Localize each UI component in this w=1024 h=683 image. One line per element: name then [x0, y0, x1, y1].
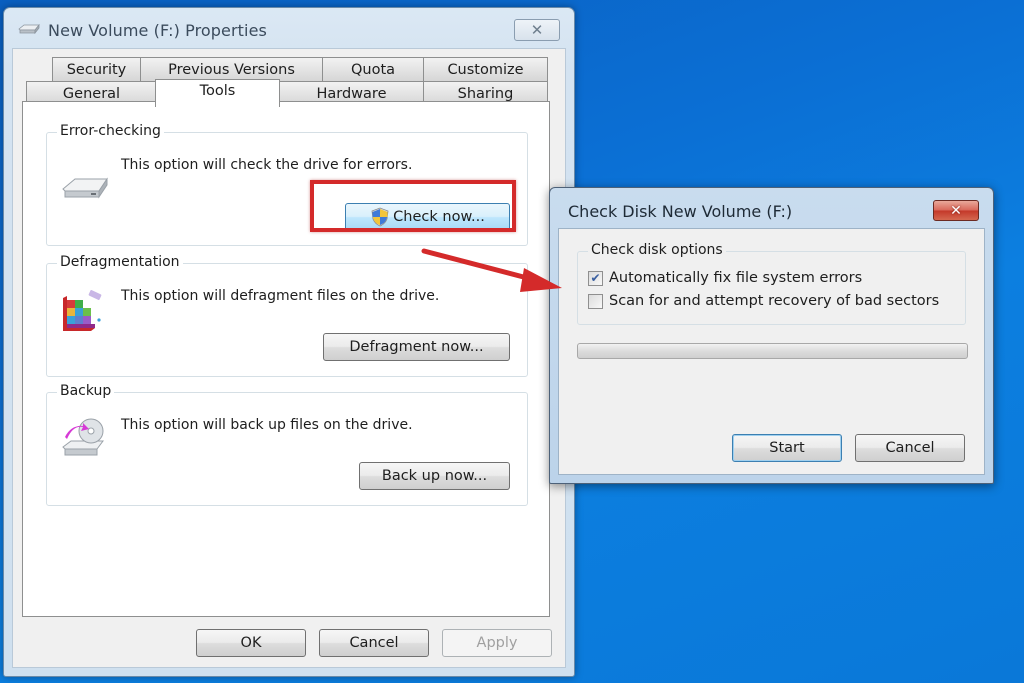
dialog-cancel-button[interactable]: Cancel	[855, 434, 965, 462]
tab-label: General	[62, 85, 121, 102]
tab-label: Sharing	[457, 85, 514, 102]
defragmentation-group: Defragmentation This option will defragm…	[46, 254, 528, 377]
defragment-icon	[63, 290, 102, 331]
option-scan-bad-sectors[interactable]: Scan for and attempt recovery of bad sec…	[588, 293, 939, 309]
backup-icon	[62, 418, 104, 456]
check-disk-options-group: Check disk options ✔ Automatically fix f…	[577, 242, 966, 325]
backup-group: Backup This option will back up files on…	[46, 383, 528, 506]
checkmark-icon: ✔	[590, 271, 601, 285]
tab-label: Previous Versions	[168, 61, 295, 78]
start-button[interactable]: Start	[732, 434, 842, 462]
defragment-now-label: Defragment now...	[349, 339, 484, 355]
apply-label: Apply	[476, 635, 518, 651]
tab-label: Quota	[350, 61, 396, 78]
tab-label: Hardware	[316, 85, 387, 102]
cancel-label: Cancel	[349, 635, 399, 651]
tools-tab-panel: Error-checking This option will check th…	[22, 101, 550, 617]
tab-label: Tools	[199, 83, 236, 99]
start-label: Start	[769, 440, 805, 456]
auto-fix-label: Automatically fix file system errors	[609, 270, 863, 286]
back-up-now-button[interactable]: Back up now...	[359, 462, 510, 490]
annotation-highlight-box	[310, 180, 516, 232]
group-legend: Error-checking	[57, 123, 164, 139]
close-icon: ✕	[530, 21, 544, 39]
backup-description: This option will back up files on the dr…	[121, 417, 413, 433]
group-legend: Backup	[57, 383, 115, 399]
tab-previous-versions[interactable]: Previous Versions	[140, 57, 323, 81]
tab-customize[interactable]: Customize	[423, 57, 548, 81]
group-legend: Check disk options	[588, 242, 726, 258]
auto-fix-checkbox[interactable]: ✔	[588, 270, 603, 286]
dialog-client-area: Check disk options ✔ Automatically fix f…	[558, 228, 985, 475]
tab-security[interactable]: Security	[52, 57, 141, 81]
check-disk-progress-bar	[577, 343, 968, 359]
apply-button[interactable]: Apply	[442, 629, 552, 657]
error-checking-description: This option will check the drive for err…	[121, 157, 413, 173]
defragment-now-button[interactable]: Defragment now...	[323, 333, 510, 361]
scan-bad-sectors-checkbox[interactable]	[588, 293, 603, 309]
close-icon: ✕	[950, 202, 962, 219]
title-bar[interactable]: New Volume (F:) Properties ✕	[4, 8, 574, 48]
tab-label: Customize	[447, 61, 524, 78]
option-auto-fix[interactable]: ✔ Automatically fix file system errors	[588, 270, 862, 286]
dialog-cancel-label: Cancel	[885, 440, 935, 456]
window-title: New Volume (F:) Properties	[48, 21, 267, 40]
ok-button[interactable]: OK	[196, 629, 306, 657]
check-disk-dialog: Check Disk New Volume (F:) ✕ Check disk …	[549, 187, 994, 484]
tab-label: Security	[66, 61, 127, 78]
group-legend: Defragmentation	[57, 254, 183, 270]
dialog-close-button[interactable]: ✕	[933, 200, 979, 221]
defragmentation-description: This option will defragment files on the…	[121, 288, 440, 304]
tab-tools[interactable]: Tools	[155, 79, 280, 107]
tab-quota[interactable]: Quota	[322, 57, 424, 81]
back-up-now-label: Back up now...	[381, 468, 488, 484]
cancel-button[interactable]: Cancel	[319, 629, 429, 657]
properties-window: New Volume (F:) Properties ✕ Security Pr…	[3, 7, 575, 677]
drive-icon	[18, 24, 40, 34]
dialog-title: Check Disk New Volume (F:)	[568, 202, 793, 221]
ok-label: OK	[240, 635, 262, 651]
close-button[interactable]: ✕	[514, 19, 560, 41]
scan-bad-sectors-label: Scan for and attempt recovery of bad sec…	[609, 293, 940, 309]
hard-drive-icon	[62, 177, 108, 199]
